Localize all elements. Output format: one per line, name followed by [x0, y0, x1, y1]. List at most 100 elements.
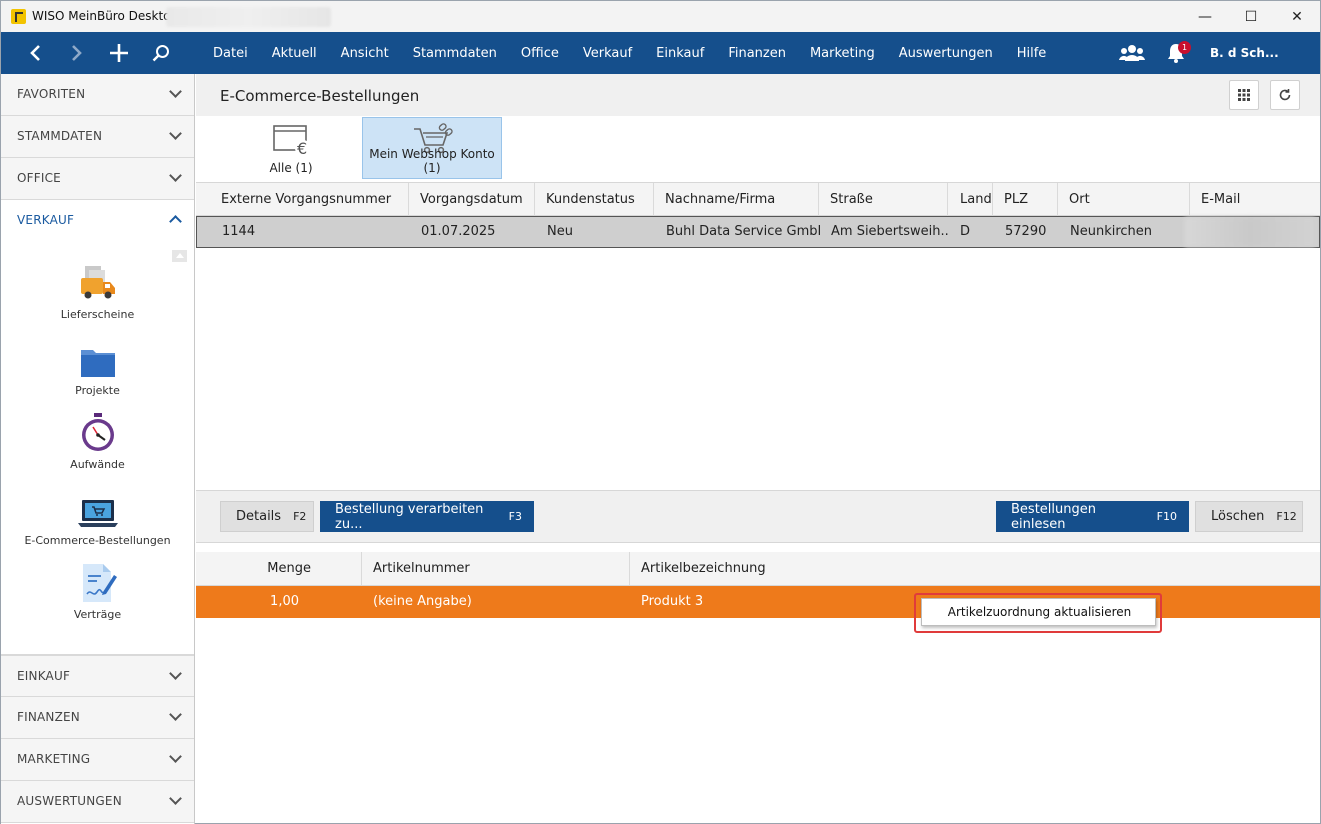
column-header-artnr[interactable]: Artikelnummer: [362, 552, 630, 585]
grid-icon: [1238, 89, 1250, 101]
minimize-button[interactable]: —: [1182, 1, 1228, 32]
menu-hilfe[interactable]: Hilfe: [1005, 46, 1059, 61]
table-row[interactable]: 1144 01.07.2025 Neu Buhl Data Service Gm…: [196, 216, 1320, 248]
menu-stammdaten[interactable]: Stammdaten: [401, 46, 509, 61]
app-window: WISO MeinBüro Desktop — ☐ ✕ Datei Aktuel…: [0, 0, 1321, 824]
invoice-euro-icon: €: [273, 125, 311, 158]
shortcut-key: F10: [1156, 510, 1177, 523]
menu-einkauf[interactable]: Einkauf: [644, 46, 716, 61]
title-bar: WISO MeinBüro Desktop — ☐ ✕: [1, 1, 1320, 32]
column-header-country[interactable]: Land: [948, 183, 993, 216]
button-label: Bestellungen einlesen: [1011, 501, 1096, 532]
cell-street: Am Siebertsweih...: [831, 224, 949, 239]
button-label: Details: [236, 509, 282, 524]
search-icon[interactable]: [140, 32, 182, 74]
sidebar-item-ecommerce[interactable]: E-Commerce-Bestellungen: [1, 496, 194, 552]
menu-aktuell[interactable]: Aktuell: [260, 46, 329, 61]
notification-bell-icon[interactable]: 1: [1161, 32, 1191, 74]
shortcut-key: F3: [508, 510, 522, 523]
page-header: E-Commerce-Bestellungen: [196, 74, 1320, 116]
sidebar-item-vertraege[interactable]: Verträge: [1, 562, 194, 622]
sidebar-item-lieferscheine[interactable]: Lieferscheine: [1, 264, 194, 324]
scroll-up-button[interactable]: [172, 250, 187, 262]
back-icon[interactable]: [14, 32, 56, 74]
menu-office[interactable]: Office: [509, 46, 571, 61]
process-order-button[interactable]: Bestellung verarbeiten zu... F3: [320, 501, 534, 532]
column-header-ext-nr[interactable]: Externe Vorgangsnummer: [210, 183, 409, 216]
sidebar-section-stammdaten[interactable]: STAMMDATEN: [1, 116, 194, 158]
sidebar-section-verkauf[interactable]: VERKAUF: [1, 200, 194, 242]
column-header-status[interactable]: Kundenstatus: [535, 183, 654, 216]
sidebar-section-label: AUSWERTUNGEN: [17, 794, 122, 808]
laptop-cart-icon: [78, 500, 118, 527]
delivery-truck-icon: [81, 266, 115, 299]
column-header-desc[interactable]: Artikelbezeichnung: [630, 552, 1320, 585]
column-header-name[interactable]: Nachname/Firma: [654, 183, 819, 216]
chevron-up-icon: [169, 215, 182, 228]
top-navigation-bar: Datei Aktuell Ansicht Stammdaten Office …: [1, 32, 1320, 74]
column-header-city[interactable]: Ort: [1058, 183, 1190, 216]
menu-auswertungen[interactable]: Auswertungen: [887, 46, 1005, 61]
import-orders-button[interactable]: Bestellungen einlesen F10: [996, 501, 1189, 532]
sidebar-section-office[interactable]: OFFICE: [1, 158, 194, 200]
sidebar-section-einkauf[interactable]: EINKAUF: [1, 655, 194, 697]
sidebar-section-finanzen[interactable]: FINANZEN: [1, 697, 194, 739]
menu-datei[interactable]: Datei: [201, 46, 260, 61]
refresh-icon: [1279, 89, 1291, 101]
cell-qty: 1,00: [270, 594, 299, 609]
add-icon[interactable]: [98, 32, 140, 74]
sidebar-section-auswertungen[interactable]: AUSWERTUNGEN: [1, 781, 194, 823]
column-header-qty[interactable]: Menge: [196, 552, 362, 585]
column-header-street[interactable]: Straße: [819, 183, 948, 216]
sidebar-section-label: FAVORITEN: [17, 87, 86, 101]
column-header-date[interactable]: Vorgangsdatum: [409, 183, 535, 216]
filter-tiles: € Alle (1) Mein Webshop Konto (1): [196, 116, 1320, 182]
close-button[interactable]: ✕: [1274, 1, 1320, 32]
tile-label: Mein Webshop Konto (1): [369, 147, 495, 175]
sidebar-section-favoriten[interactable]: FAVORITEN: [1, 74, 194, 116]
chevron-down-icon: [169, 792, 182, 805]
menu-marketing[interactable]: Marketing: [798, 46, 887, 61]
cell-ext-nr: 1144: [222, 224, 256, 239]
sidebar-section-marketing[interactable]: MARKETING: [1, 739, 194, 781]
refresh-button[interactable]: [1270, 80, 1300, 110]
details-button[interactable]: Details F2: [220, 501, 314, 532]
column-header-email[interactable]: E-Mail: [1190, 183, 1320, 216]
sidebar-item-label: Lieferscheine: [60, 308, 135, 321]
tile-label: Alle (1): [269, 161, 313, 175]
context-menu: Artikelzuordnung aktualisieren: [921, 598, 1156, 626]
sidebar-item-projekte[interactable]: Projekte: [1, 342, 194, 402]
column-header-zip[interactable]: PLZ: [993, 183, 1058, 216]
orders-table-header: Externe Vorgangsnummer Vorgangsdatum Kun…: [196, 182, 1320, 216]
items-table-body: [196, 618, 1320, 823]
sidebar-item-aufwaende[interactable]: Aufwände: [1, 412, 194, 474]
grid-view-button[interactable]: [1229, 80, 1259, 110]
cell-artnr: (keine Angabe): [373, 594, 472, 609]
button-label: Bestellung verarbeiten zu...: [335, 501, 484, 532]
tile-webshop[interactable]: Mein Webshop Konto (1): [362, 117, 502, 179]
delete-button[interactable]: Löschen F12: [1195, 501, 1303, 532]
user-name[interactable]: B. d Sch...: [1210, 46, 1279, 60]
chevron-down-icon: [169, 750, 182, 763]
menu-finanzen[interactable]: Finanzen: [716, 46, 798, 61]
team-icon[interactable]: [1117, 32, 1147, 74]
chevron-down-icon: [169, 85, 182, 98]
sidebar-section-label: OFFICE: [17, 171, 61, 185]
redacted-email: [1185, 217, 1315, 247]
forward-icon[interactable]: [56, 32, 98, 74]
cell-desc: Produkt 3: [641, 594, 704, 609]
notification-badge: 1: [1178, 41, 1191, 54]
cell-name: Buhl Data Service GmbH: [666, 224, 820, 239]
window-title: WISO MeinBüro Desktop: [32, 9, 179, 23]
app-logo-icon: [11, 9, 26, 24]
svg-text:€: €: [297, 139, 307, 158]
shortcut-key: F2: [293, 510, 307, 523]
shortcut-key: F12: [1276, 510, 1297, 523]
menu-ansicht[interactable]: Ansicht: [329, 46, 401, 61]
tile-all[interactable]: € Alle (1): [221, 117, 361, 179]
context-menu-item-update-mapping[interactable]: Artikelzuordnung aktualisieren: [922, 599, 1157, 625]
contract-icon: [83, 564, 117, 602]
chevron-down-icon: [169, 667, 182, 680]
menu-verkauf[interactable]: Verkauf: [571, 46, 644, 61]
maximize-button[interactable]: ☐: [1228, 1, 1274, 32]
